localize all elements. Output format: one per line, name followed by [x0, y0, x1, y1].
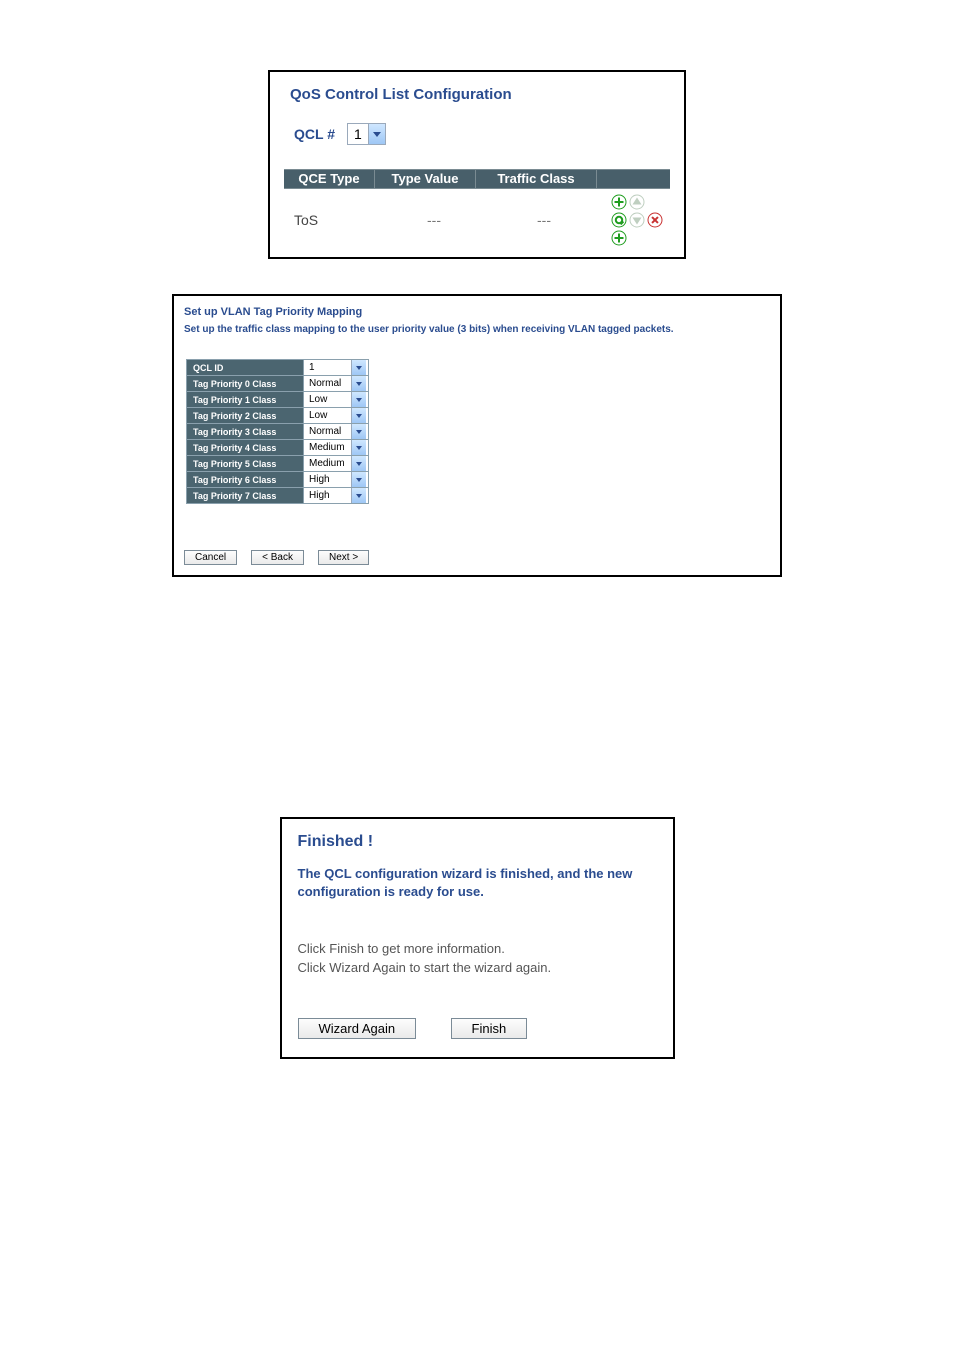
select-value: Medium: [306, 440, 351, 455]
chevron-down-icon: [351, 440, 366, 455]
tag-priority-7-select[interactable]: High: [306, 488, 366, 503]
row-label: Tag Priority 6 Class: [187, 472, 304, 488]
add-before-icon[interactable]: [610, 193, 628, 211]
row-label: Tag Priority 4 Class: [187, 440, 304, 456]
qcl-select-row: QCL # 1: [294, 123, 670, 145]
qce-header-traffic: Traffic Class: [476, 170, 597, 188]
row-label: Tag Priority 1 Class: [187, 392, 304, 408]
row-label: Tag Priority 5 Class: [187, 456, 304, 472]
row-select-cell: Normal: [304, 424, 369, 440]
cancel-button[interactable]: Cancel: [184, 550, 237, 565]
select-value: High: [306, 488, 351, 503]
delete-icon[interactable]: [646, 211, 664, 229]
qce-actions: [604, 193, 670, 247]
back-button[interactable]: < Back: [251, 550, 304, 565]
panel3-title: Finished !: [298, 833, 657, 851]
move-down-disabled-icon: [628, 211, 646, 229]
row-label: QCL ID: [187, 360, 304, 376]
table-row: Tag Priority 7 ClassHigh: [187, 488, 369, 504]
panel3-subtitle: The QCL configuration wizard is finished…: [298, 865, 657, 900]
add-after-icon[interactable]: [610, 229, 628, 247]
row-select-cell: High: [304, 472, 369, 488]
table-row: Tag Priority 1 ClassLow: [187, 392, 369, 408]
qce-cell-type: ToS: [284, 212, 384, 228]
qce-row: ToS --- ---: [284, 189, 670, 247]
panel2-title: Set up VLAN Tag Priority Mapping: [184, 306, 770, 318]
panel3-body: Click Finish to get more information. Cl…: [298, 940, 657, 978]
tag-priority-6-select[interactable]: High: [306, 472, 366, 487]
chevron-down-icon: [351, 472, 366, 487]
row-select-cell: High: [304, 488, 369, 504]
panel1-title: QoS Control List Configuration: [290, 86, 670, 103]
panel3-line1: Click Finish to get more information.: [298, 940, 657, 959]
next-button[interactable]: Next >: [318, 550, 369, 565]
wizard-button-row: Cancel < Back Next >: [184, 550, 770, 565]
wizard-again-button[interactable]: Wizard Again: [298, 1018, 417, 1039]
panel3-line2: Click Wizard Again to start the wizard a…: [298, 959, 657, 978]
qce-table: QCE Type Type Value Traffic Class ToS --…: [284, 169, 670, 247]
table-row: Tag Priority 3 ClassNormal: [187, 424, 369, 440]
tag-priority-3-select[interactable]: Normal: [306, 424, 366, 439]
qcl-select-value: 1: [348, 124, 368, 144]
select-value: Normal: [306, 376, 351, 391]
select-value: Low: [306, 392, 351, 407]
tag-priority-4-select[interactable]: Medium: [306, 440, 366, 455]
move-up-disabled-icon: [628, 193, 646, 211]
qcl-label: QCL #: [294, 126, 335, 142]
table-row: QCL ID1: [187, 360, 369, 376]
select-value: Low: [306, 408, 351, 423]
chevron-down-icon: [351, 360, 366, 375]
chevron-down-icon: [368, 124, 385, 144]
finish-button[interactable]: Finish: [451, 1018, 528, 1039]
panel3-buttons: Wizard Again Finish: [298, 1018, 657, 1039]
qcl-select[interactable]: 1: [347, 123, 386, 145]
qos-control-list-panel: QoS Control List Configuration QCL # 1 Q…: [268, 70, 686, 259]
chevron-down-icon: [351, 488, 366, 503]
qce-header-type: QCE Type: [284, 170, 375, 188]
select-value: Medium: [306, 456, 351, 471]
tag-priority-2-select[interactable]: Low: [306, 408, 366, 423]
table-row: Tag Priority 5 ClassMedium: [187, 456, 369, 472]
panel2-subtitle: Set up the traffic class mapping to the …: [184, 324, 770, 335]
select-value: Normal: [306, 424, 351, 439]
table-row: Tag Priority 2 ClassLow: [187, 408, 369, 424]
vlan-tag-priority-panel: Set up VLAN Tag Priority Mapping Set up …: [172, 294, 782, 577]
qcl-id-select[interactable]: 1: [306, 360, 366, 375]
row-select-cell: Medium: [304, 440, 369, 456]
row-select-cell: Medium: [304, 456, 369, 472]
table-row: Tag Priority 6 ClassHigh: [187, 472, 369, 488]
select-value: High: [306, 472, 351, 487]
chevron-down-icon: [351, 408, 366, 423]
row-label: Tag Priority 0 Class: [187, 376, 304, 392]
row-label: Tag Priority 3 Class: [187, 424, 304, 440]
row-label: Tag Priority 2 Class: [187, 408, 304, 424]
select-value: 1: [306, 360, 351, 375]
row-select-cell: Normal: [304, 376, 369, 392]
chevron-down-icon: [351, 392, 366, 407]
qce-header-row: QCE Type Type Value Traffic Class: [284, 169, 670, 189]
qce-cell-value: ---: [384, 212, 484, 228]
table-row: Tag Priority 4 ClassMedium: [187, 440, 369, 456]
table-row: Tag Priority 0 ClassNormal: [187, 376, 369, 392]
row-select-cell: 1: [304, 360, 369, 376]
edit-icon[interactable]: [610, 211, 628, 229]
finished-panel: Finished ! The QCL configuration wizard …: [280, 817, 675, 1059]
chevron-down-icon: [351, 376, 366, 391]
priority-mapping-table: QCL ID1Tag Priority 0 ClassNormalTag Pri…: [186, 359, 369, 504]
row-select-cell: Low: [304, 408, 369, 424]
row-label: Tag Priority 7 Class: [187, 488, 304, 504]
chevron-down-icon: [351, 456, 366, 471]
row-select-cell: Low: [304, 392, 369, 408]
chevron-down-icon: [351, 424, 366, 439]
qce-cell-traffic: ---: [484, 212, 604, 228]
tag-priority-1-select[interactable]: Low: [306, 392, 366, 407]
tag-priority-0-select[interactable]: Normal: [306, 376, 366, 391]
tag-priority-5-select[interactable]: Medium: [306, 456, 366, 471]
qce-header-value: Type Value: [375, 170, 476, 188]
